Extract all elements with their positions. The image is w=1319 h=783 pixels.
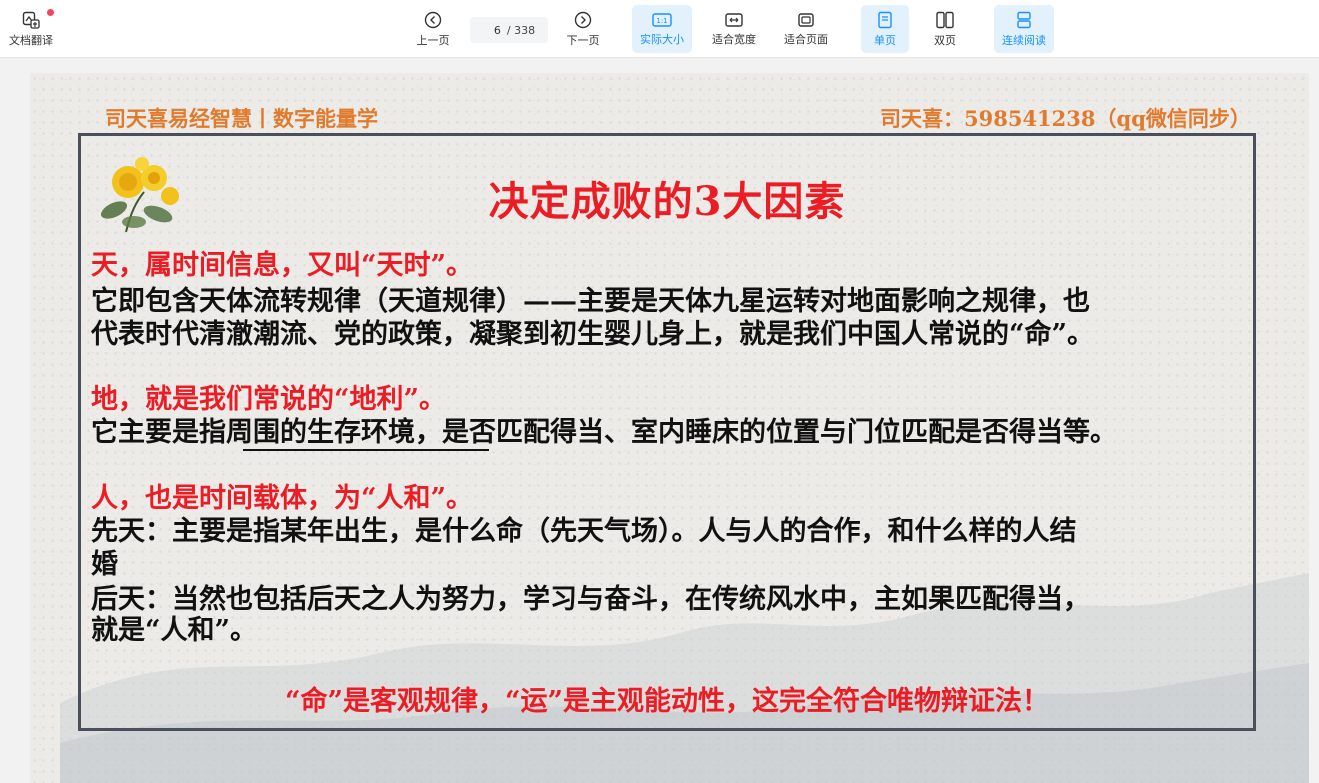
viewer-toolbar: 文档翻译 上一页 / 338 下一页 1:1 实际大小 适合宽度 适合页面 单页… [0,0,1319,58]
section-tian-line-2: 代表时代清澈潮流、党的政策，凝聚到初生婴儿身上，就是我们中国人常说的“命”。 [91,319,1095,350]
section-tian-line-1: 它即包含天体流转规律（天道规律）——主要是天体九星运转对地面影响之规律，也 [91,286,1090,317]
section-ren-line-4: 就是“人和”。 [91,615,258,646]
section-di-line-1: 它主要是指周围的生存环境，是否匹配得当、室内睡床的位置与门位匹配是否得当等。 [91,417,1117,448]
fit-width-button[interactable]: 适合宽度 [704,5,764,53]
translate-label: 文档翻译 [9,33,53,47]
fit-width-label: 适合宽度 [712,32,756,46]
svg-text:1:1: 1:1 [656,17,667,25]
next-page-icon [574,11,592,28]
single-page-label: 单页 [874,33,896,47]
double-page-button[interactable]: 双页 [921,5,969,53]
page-indicator: / 338 [470,17,548,43]
underline-mark [243,449,489,451]
fit-width-icon [725,12,743,27]
actual-size-label: 实际大小 [640,32,684,46]
single-page-icon [878,11,892,28]
conclusion-text: “命”是客观规律，“运”是主观能动性，这完全符合唯物辩证法！ [284,686,1050,717]
double-page-icon [936,11,954,28]
prev-page-button[interactable]: 上一页 [406,5,460,53]
header-right-contact: 司天喜：598541238（qq微信同步） [880,106,1251,131]
fit-page-icon [798,12,814,27]
translate-icon [22,11,40,29]
section-tian-heading: 天，属时间信息，又叫“天时”。 [91,250,474,281]
notification-dot [47,9,54,16]
single-page-button[interactable]: 单页 [861,5,909,53]
continuous-read-icon [1017,11,1031,28]
fit-page-button[interactable]: 适合页面 [776,5,836,53]
prev-page-label: 上一页 [416,33,450,47]
double-page-label: 双页 [934,33,956,47]
continuous-read-button[interactable]: 连续阅读 [994,5,1054,53]
header-left-text: 司天喜易经智慧丨数字能量学 [105,106,378,131]
continuous-read-label: 连续阅读 [1002,33,1046,47]
section-ren-line-2: 婚 [91,549,118,580]
section-ren-line-3: 后天：当然也包括后天之人为努力，学习与奋斗，在传统风水中，主如果匹配得当， [91,584,1090,615]
actual-size-button[interactable]: 1:1 实际大小 [632,5,692,53]
slide-title: 决定成败的3大因素 [488,178,846,225]
next-page-label: 下一页 [566,33,600,47]
fit-page-label: 适合页面 [784,32,828,46]
total-pages: / 338 [506,23,536,37]
actual-size-icon: 1:1 [652,12,672,27]
section-ren-heading: 人，也是时间载体，为“人和”。 [91,483,474,514]
page-number-input[interactable] [482,23,501,37]
section-di-heading: 地，就是我们常说的“地利”。 [91,384,447,415]
prev-page-icon [424,11,442,28]
next-page-button[interactable]: 下一页 [556,5,610,53]
section-ren-line-1: 先天：主要是指某年出生，是什么命（先天气场）。人与人的合作，和什么样的人结 [91,516,1077,547]
